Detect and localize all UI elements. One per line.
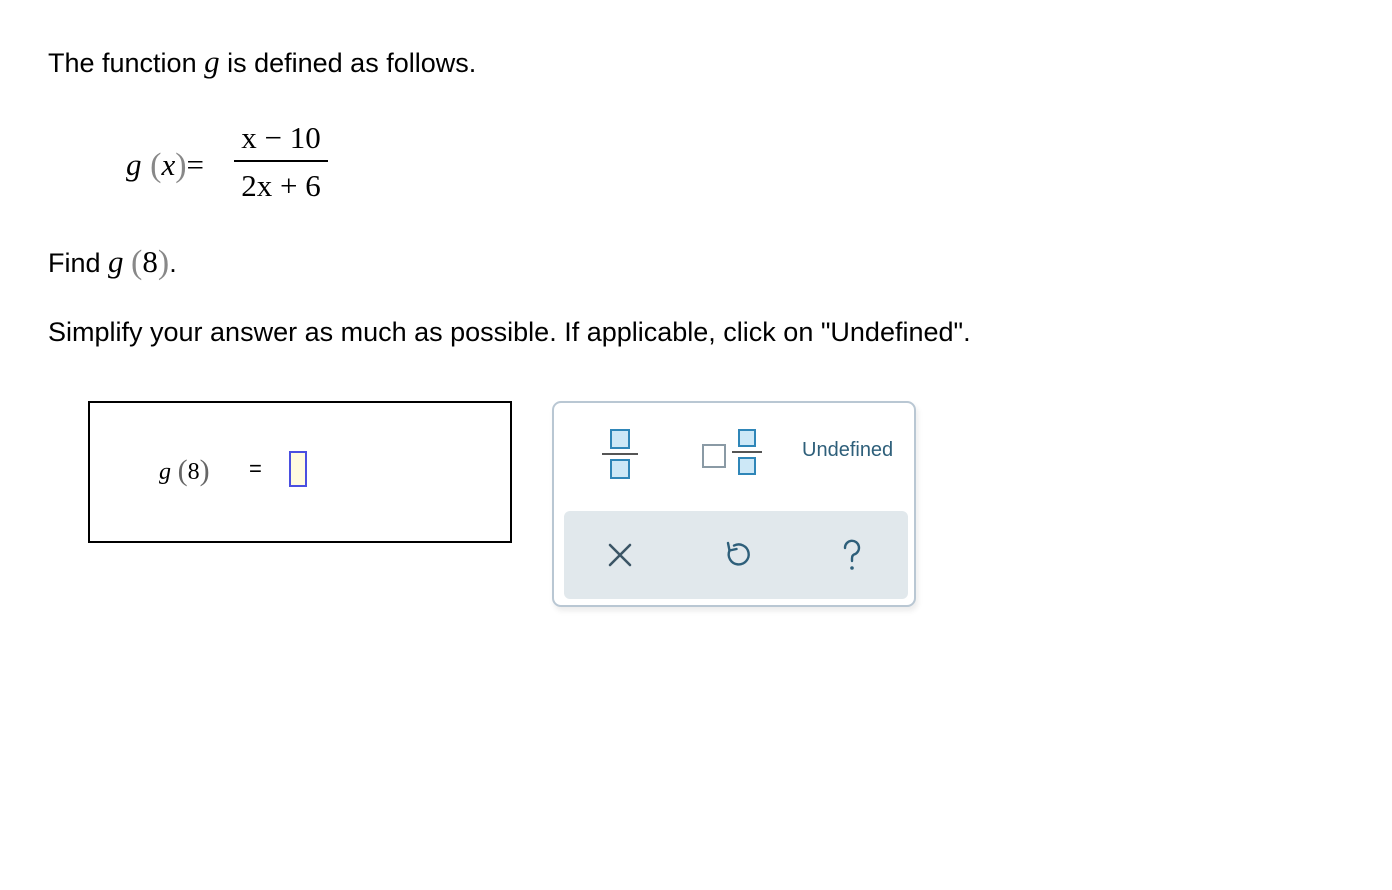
- find-argument: 8: [142, 244, 158, 279]
- intro-text-before: The function: [48, 48, 205, 78]
- definition-var: x: [161, 147, 176, 182]
- find-prompt: Find g (8).: [48, 243, 177, 281]
- answer-close-paren: ): [199, 454, 210, 487]
- clear-button[interactable]: [602, 537, 638, 573]
- find-close-paren: ): [157, 244, 170, 281]
- find-open-paren: (: [131, 244, 143, 281]
- answer-func: g: [159, 459, 171, 485]
- definition-fraction-bar: [234, 160, 328, 162]
- answer-input[interactable]: [289, 451, 307, 487]
- undo-button[interactable]: [719, 537, 755, 573]
- definition-close-paren: ): [175, 147, 187, 184]
- definition-lhs: g (x)=: [126, 146, 204, 184]
- problem-intro: The function g is defined as follows.: [48, 44, 476, 80]
- math-palette: Undefined: [552, 401, 916, 607]
- definition-numerator: x − 10: [241, 120, 321, 155]
- function-definition: g (x)= x − 10 2x + 6: [126, 118, 346, 218]
- answer-lhs: g (8): [159, 453, 210, 487]
- instruction-text: Simplify your answer as much as possible…: [48, 317, 971, 347]
- answer-area: g (8) =: [88, 401, 512, 543]
- find-function-name: g: [108, 244, 124, 279]
- mixed-number-button[interactable]: [702, 429, 762, 481]
- close-icon: [602, 537, 638, 573]
- help-icon: [834, 537, 870, 573]
- intro-text-after: is defined as follows.: [219, 48, 477, 78]
- definition-func: g: [126, 147, 142, 182]
- answer-open-paren: (: [177, 454, 188, 487]
- definition-fraction: x − 10 2x + 6: [234, 118, 328, 206]
- undefined-button[interactable]: Undefined: [802, 439, 893, 462]
- help-button[interactable]: [834, 537, 870, 573]
- fraction-button[interactable]: [602, 429, 638, 481]
- action-bar: [564, 511, 908, 599]
- intro-function-name: g: [204, 44, 220, 79]
- undo-icon: [719, 537, 755, 573]
- definition-equals: =: [186, 147, 205, 182]
- find-period: .: [169, 248, 177, 278]
- find-label: Find: [48, 248, 109, 278]
- answer-arg: 8: [187, 459, 200, 485]
- definition-open-paren: (: [150, 147, 162, 184]
- answer-equals: =: [249, 456, 262, 481]
- definition-denominator: 2x + 6: [241, 168, 321, 203]
